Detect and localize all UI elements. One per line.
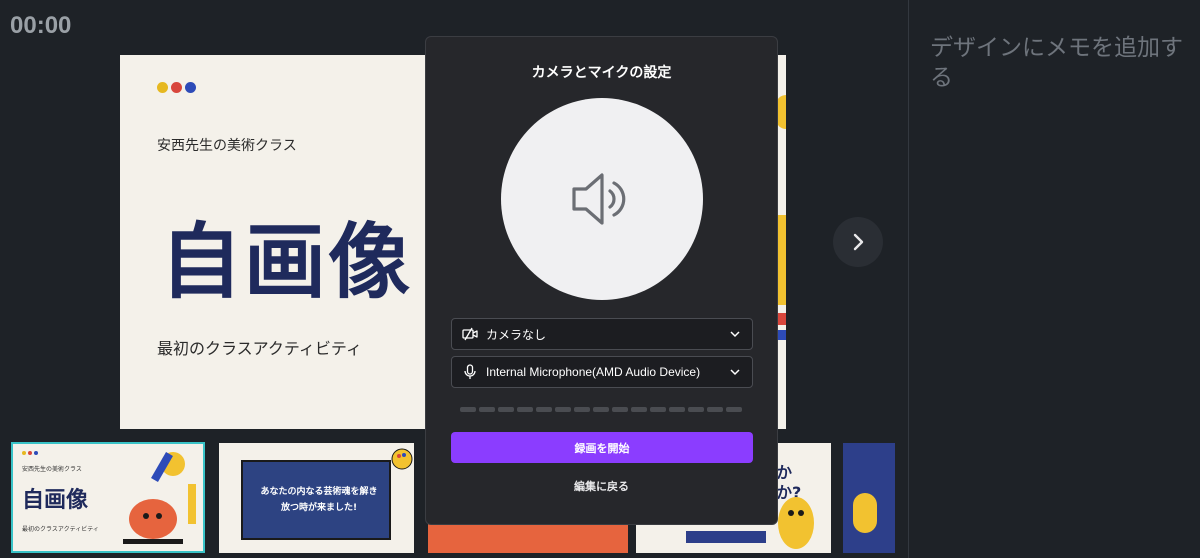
board-text: あなたの内なる芸術魂を解き放つ時が来ました!: [260, 487, 378, 513]
recording-timer: 00:00: [10, 12, 72, 39]
chevron-right-icon: [853, 233, 864, 251]
chevron-down-icon: [730, 330, 740, 337]
audio-level-meter: [460, 407, 742, 412]
thumb-dots: [22, 451, 38, 455]
start-recording-button[interactable]: 録画を開始: [451, 432, 753, 463]
back-to-edit-link[interactable]: 編集に戻る: [426, 478, 777, 494]
meter-segment: [631, 407, 647, 412]
thumbnail-slide-5[interactable]: [843, 443, 895, 553]
thumb-shape: [853, 493, 877, 533]
notes-input[interactable]: デザインにメモを追加する: [930, 33, 1190, 93]
meter-segment: [555, 407, 571, 412]
meter-segment: [460, 407, 476, 412]
meter-segment: [650, 407, 666, 412]
meter-segment: [574, 407, 590, 412]
dot-blue: [34, 451, 38, 455]
audio-preview-circle: [501, 98, 703, 300]
camera-off-icon: [462, 326, 478, 342]
microphone-select-value: Internal Microphone(AMD Audio Device): [486, 365, 701, 379]
meter-segment: [726, 407, 742, 412]
meter-segment: [688, 407, 704, 412]
chalkboard: あなたの内なる芸術魂を解き放つ時が来ました!: [241, 460, 391, 540]
meter-segment: [612, 407, 628, 412]
meter-segment: [479, 407, 495, 412]
meter-segment: [707, 407, 723, 412]
dialog-title: カメラとマイクの設定: [531, 65, 672, 81]
thumb-caption: 最初のクラスアクティビティ: [22, 526, 99, 533]
meter-segment: [669, 407, 685, 412]
dot-yellow: [157, 82, 168, 93]
slide-title: 自画像: [160, 215, 413, 310]
desk-shape: [686, 531, 766, 543]
character-illustration: [123, 452, 196, 544]
thumb-title: 自画像: [22, 488, 89, 513]
speaker-icon: [572, 173, 626, 225]
thumbnail-slide-2[interactable]: あなたの内なる芸術魂を解き放つ時が来ました!: [219, 443, 414, 553]
dot-red: [28, 451, 32, 455]
microphone-select[interactable]: Internal Microphone(AMD Audio Device): [451, 356, 753, 388]
dot-blue: [185, 82, 196, 93]
thumbnail-slide-1[interactable]: 安西先生の美術クラス 自画像 最初のクラスアクティビティ: [11, 442, 205, 553]
next-slide-button[interactable]: [833, 217, 883, 267]
thumb-subtitle: 安西先生の美術クラス: [22, 466, 82, 473]
chevron-down-icon: [730, 368, 740, 375]
dot-yellow: [22, 451, 26, 455]
camera-select-value: カメラなし: [486, 327, 547, 342]
meter-segment: [498, 407, 514, 412]
camera-mic-settings-dialog: カメラとマイクの設定 カメラなし Internal Microphone(AMD…: [425, 36, 778, 525]
meter-segment: [593, 407, 609, 412]
slide-dots: [157, 82, 196, 93]
microphone-icon: [462, 364, 478, 380]
meter-segment: [517, 407, 533, 412]
camera-select[interactable]: カメラなし: [451, 318, 753, 350]
dot-red: [171, 82, 182, 93]
slide-subtitle: 安西先生の美術クラス: [157, 138, 297, 154]
palette-illustration: [391, 448, 413, 470]
slide-caption: 最初のクラスアクティビティ: [157, 339, 362, 358]
meter-segment: [536, 407, 552, 412]
panel-divider: [908, 0, 909, 558]
